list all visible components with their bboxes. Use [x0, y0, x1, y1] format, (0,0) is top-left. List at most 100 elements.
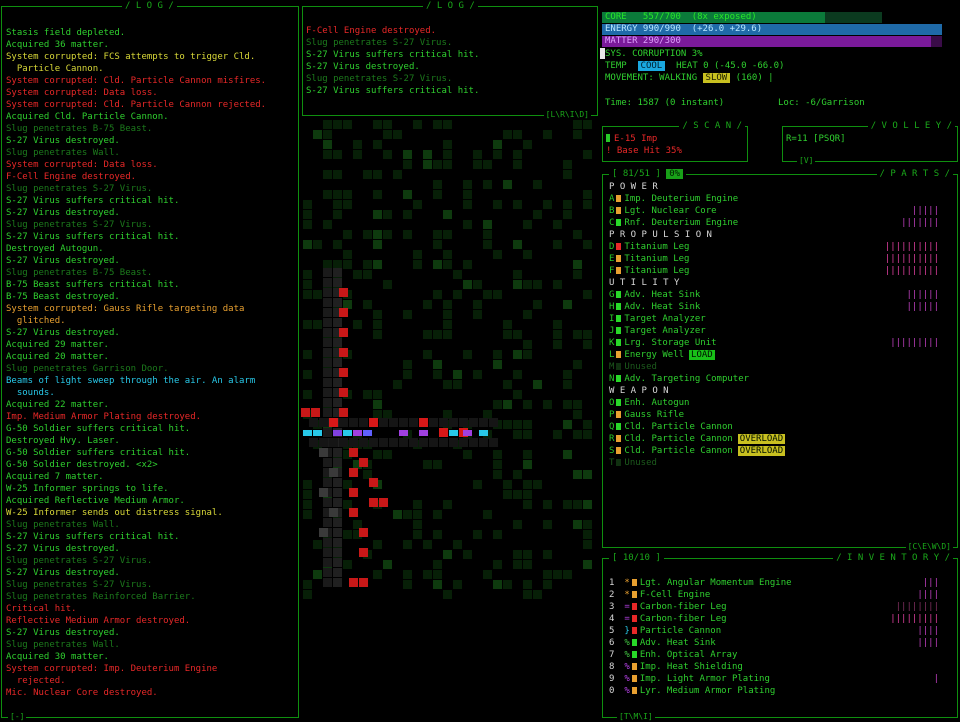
map-tile	[373, 310, 382, 319]
map-tile	[563, 420, 572, 429]
inventory-item[interactable]: 5} Particle Cannon ||||	[609, 625, 949, 637]
map-tile	[413, 120, 422, 129]
part-row[interactable]: K Lrg. Storage Unit |||||||||	[609, 337, 949, 349]
inventory-item-name: Imp. Light Armor Plating	[639, 674, 770, 684]
map-tile	[419, 438, 428, 447]
part-row[interactable]: I Target Analyzer	[609, 313, 949, 325]
game-map[interactable]	[299, 118, 599, 718]
map-tile	[373, 240, 382, 249]
inventory-item[interactable]: 7% Enh. Optical Array	[609, 649, 949, 661]
map-tile	[523, 560, 532, 569]
map-tile	[349, 508, 358, 517]
part-row[interactable]: M Unused	[609, 361, 949, 373]
part-row[interactable]: D Titanium Leg ||||||||||	[609, 241, 949, 253]
map-tile	[543, 550, 552, 559]
map-tile	[433, 560, 442, 569]
part-row[interactable]: G Adv. Heat Sink ||||||	[609, 289, 949, 301]
part-row[interactable]: O Enh. Autogun	[609, 397, 949, 409]
part-row[interactable]: C Rnf. Deuterium Engine |||||||	[609, 217, 949, 229]
part-row[interactable]: S Cld. Particle Cannon OVERLOAD	[609, 445, 949, 457]
map-tile	[433, 460, 442, 469]
volley-panel: / V O L L E Y / R=11 [PSQR] [V]	[782, 121, 958, 166]
map-tile	[323, 378, 332, 387]
part-row[interactable]: J Target Analyzer	[609, 325, 949, 337]
matter-readout: MATTER 290/300	[605, 36, 681, 46]
map-tile	[453, 540, 462, 549]
map-tile	[513, 330, 522, 339]
map-tile	[473, 300, 482, 309]
inventory-item[interactable]: 9% Imp. Light Armor Plating |	[609, 673, 949, 685]
map-tile	[323, 220, 332, 229]
part-row[interactable]: L Energy Well LOAD	[609, 349, 949, 361]
map-tile	[453, 580, 462, 589]
map-tile	[523, 140, 532, 149]
part-row[interactable]: B Lgt. Nuclear Core |||||	[609, 205, 949, 217]
part-integrity-icon	[616, 339, 622, 346]
map-tile	[349, 418, 358, 427]
map-tile	[513, 470, 522, 479]
part-row[interactable]: T Unused	[609, 457, 949, 469]
part-row[interactable]: E Titanium Leg ||||||||||	[609, 253, 949, 265]
inventory-item[interactable]: 6% Adv. Heat Sink ||||	[609, 637, 949, 649]
map-tile	[323, 288, 332, 297]
map-tile	[339, 408, 348, 417]
map-tile	[323, 318, 332, 327]
inventory-coverage-ticks: ||||	[917, 626, 939, 636]
log-line: Acquired 30 matter.	[6, 652, 109, 662]
map-tile	[573, 330, 582, 339]
log-line: Slug penetrates S-27 Virus.	[6, 580, 153, 590]
inventory-item-glyph-icon: =	[624, 602, 630, 612]
map-tile	[503, 180, 512, 189]
map-tile	[373, 120, 382, 129]
part-row[interactable]: H Adv. Heat Sink ||||||	[609, 301, 949, 313]
map-entity	[333, 430, 342, 436]
map-tile	[323, 408, 332, 417]
inventory-hotkey: 9	[609, 674, 615, 684]
part-row[interactable]: Q Cld. Particle Cannon	[609, 421, 949, 433]
inventory-item-name: Particle Cannon	[639, 626, 722, 636]
map-tile	[339, 348, 348, 357]
part-name: Unused	[624, 458, 657, 468]
map-tile	[583, 470, 592, 479]
map-tile	[373, 540, 382, 549]
inventory-coverage-ticks: ||||	[917, 590, 939, 600]
map-tile	[323, 518, 332, 527]
log-panel-toggle[interactable]: [-]	[8, 712, 27, 722]
inventory-tabs[interactable]: [T\M\I]	[617, 712, 655, 722]
part-row[interactable]: N Adv. Targeting Computer	[609, 373, 949, 385]
inventory-integrity-icon	[631, 663, 637, 670]
part-hotkey: M	[609, 362, 615, 372]
parts-title: / P A R T S /	[876, 169, 953, 180]
part-row[interactable]: R Cld. Particle Cannon OVERLOAD	[609, 433, 949, 445]
log-line: F-Cell Engine destroyed.	[6, 172, 137, 182]
inventory-item[interactable]: 0% Lyr. Medium Armor Plating	[609, 685, 949, 697]
parts-tabs[interactable]: [C\E\W\D]	[905, 542, 953, 552]
inventory-item[interactable]: 2 * F-Cell Engine ||||	[609, 589, 949, 601]
map-tile	[339, 288, 348, 297]
map-tile	[439, 428, 448, 437]
part-row[interactable]: P Gauss Rifle	[609, 409, 949, 421]
inventory-item[interactable]: 8% Imp. Heat Shielding	[609, 661, 949, 673]
log-line: Acquired 36 matter.	[6, 40, 109, 50]
part-row[interactable]: A Imp. Deuterium Engine	[609, 193, 949, 205]
volley-toggle[interactable]: [V]	[797, 156, 816, 166]
log-line: rejected.	[6, 676, 66, 686]
part-name: Adv. Heat Sink	[624, 290, 701, 300]
map-tile	[443, 250, 452, 259]
part-name: Lgt. Nuclear Core	[624, 206, 717, 216]
map-tile	[363, 270, 372, 279]
map-tile	[343, 120, 352, 129]
inventory-item-glyph-icon: %	[624, 638, 630, 648]
inventory-item[interactable]: 4 = Carbon-fiber Leg |||||||||	[609, 613, 949, 625]
map-tile	[343, 530, 352, 539]
map-tile	[493, 470, 502, 479]
inventory-item[interactable]: 3 = Carbon-fiber Leg ||||||||	[609, 601, 949, 613]
map-tile	[573, 430, 582, 439]
map-tile	[323, 190, 332, 199]
map-tile	[333, 120, 342, 129]
inventory-item[interactable]: 1 * Lgt. Angular Momentum Engine |||	[609, 577, 949, 589]
part-name: Imp. Deuterium Engine	[624, 194, 739, 204]
map-tile	[373, 230, 382, 239]
part-row[interactable]: F Titanium Leg ||||||||||	[609, 265, 949, 277]
map-tile	[303, 290, 312, 299]
